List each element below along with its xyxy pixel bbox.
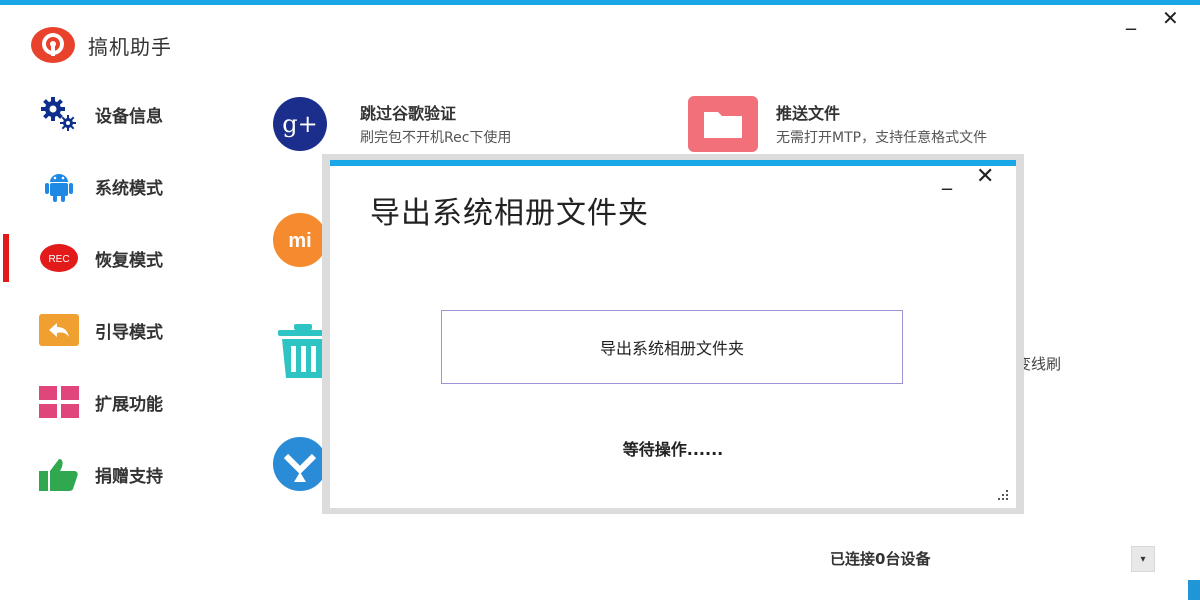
dialog-status-text: 等待操作...... (622, 440, 724, 459)
sidebar-item-bootloader-mode[interactable]: 引导模式 (0, 300, 240, 360)
feature-push-file[interactable]: 推送文件 无需打开MTP，支持任意格式文件 (688, 96, 1068, 152)
feature-skip-google[interactable]: g+ 跳过谷歌验证 刷完包不开机Rec下使用 (272, 96, 592, 152)
window-close-button[interactable]: ✕ (1162, 8, 1179, 28)
app-brand: 搞机助手 (30, 26, 172, 64)
app-title: 搞机助手 (88, 34, 172, 59)
top-accent-bar (0, 0, 1200, 5)
sidebar-item-recovery-mode[interactable]: REC 恢复模式 (0, 228, 240, 288)
rec-icon-text: REC (48, 254, 69, 265)
window-minimize-button[interactable]: _ (1126, 8, 1136, 28)
twrp-icon (273, 437, 327, 491)
back-arrow-icon (38, 312, 80, 348)
dialog-title: 导出系统相册文件夹 (370, 196, 649, 231)
grid-icon (38, 384, 80, 420)
xiaomi-icon: mi (273, 213, 327, 267)
xiaomi-icon-text: mi (288, 230, 311, 252)
sidebar-item-extensions[interactable]: 扩展功能 (0, 372, 240, 432)
app-logo-icon (31, 27, 75, 63)
status-dropdown-button[interactable]: ▾ (1131, 546, 1155, 572)
feature-twrp[interactable] (272, 436, 328, 492)
dialog-minimize-button[interactable]: _ (942, 168, 952, 188)
export-album-button[interactable]: 导出系统相册文件夹 (441, 310, 903, 384)
google-plus-icon: g+ (273, 97, 327, 151)
corner-accent (1188, 580, 1200, 600)
feature-xiaomi[interactable]: mi (272, 212, 328, 268)
sidebar-item-label: 恢复模式 (95, 250, 163, 271)
feature-title: 跳过谷歌验证 (360, 104, 457, 123)
gear-icon (38, 96, 80, 132)
dialog-close-button[interactable]: ✕ (976, 166, 994, 188)
device-connection-status: 已连接0台设备 (830, 550, 931, 568)
sidebar-item-label: 扩展功能 (95, 394, 163, 415)
rec-icon: REC (38, 240, 80, 276)
feature-title: 推送文件 (776, 104, 841, 123)
sidebar-item-device-info[interactable]: 设备信息 (0, 84, 240, 144)
sidebar-item-label: 捐赠支持 (95, 466, 163, 487)
resize-grip-icon[interactable] (994, 486, 1010, 502)
android-icon (38, 168, 80, 204)
sidebar-item-system-mode[interactable]: 系统模式 (0, 156, 240, 216)
thumbs-up-icon (38, 456, 80, 492)
feature-desc: 刷完包不开机Rec下使用 (360, 130, 512, 146)
sidebar-item-label: 引导模式 (95, 322, 163, 343)
dialog-accent-bar (330, 160, 1016, 166)
sidebar-item-label: 系统模式 (95, 178, 163, 199)
export-dialog: _ ✕ 导出系统相册文件夹 导出系统相册文件夹 等待操作...... (322, 154, 1024, 514)
sidebar-item-label: 设备信息 (95, 106, 163, 127)
export-dialog-body: _ ✕ 导出系统相册文件夹 导出系统相册文件夹 等待操作...... (330, 160, 1016, 508)
sidebar-item-donate[interactable]: 捐赠支持 (0, 444, 240, 504)
folder-icon (688, 96, 758, 152)
google-plus-icon-text: g+ (282, 110, 317, 138)
feature-desc: 无需打开MTP，支持任意格式文件 (776, 130, 988, 146)
